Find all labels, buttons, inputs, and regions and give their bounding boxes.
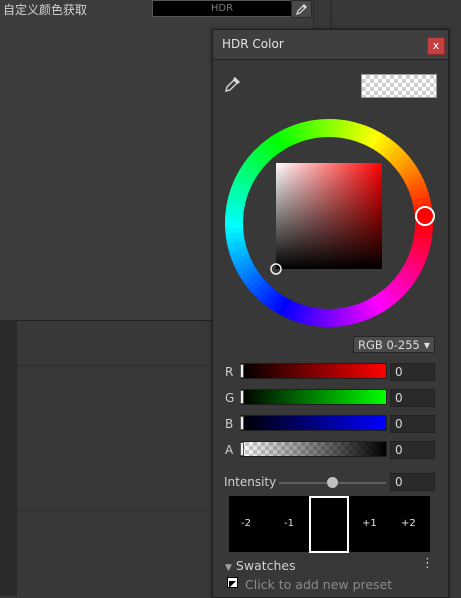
red-slider[interactable] xyxy=(240,363,387,379)
exposure-current[interactable] xyxy=(309,496,349,553)
channel-label-b: B xyxy=(225,417,234,431)
color-mode-dropdown[interactable]: RGB 0-255 ▼ xyxy=(353,336,435,353)
color-preview-swatch xyxy=(361,74,437,98)
exposure-plus-1[interactable]: +1 xyxy=(362,518,377,529)
intensity-value-field[interactable]: 0 xyxy=(390,473,435,491)
blue-value-field[interactable]: 0 xyxy=(390,415,435,433)
property-label: 自定义颜色获取 xyxy=(3,3,88,17)
hue-picker-handle[interactable] xyxy=(415,206,435,226)
intensity-slider-handle[interactable] xyxy=(327,477,338,488)
green-slider[interactable] xyxy=(240,389,387,405)
channel-label-r: R xyxy=(225,365,234,379)
swatches-foldout[interactable]: ▼ Swatches xyxy=(225,558,296,573)
exposure-plus-2[interactable]: +2 xyxy=(401,518,416,529)
exposure-swatches: -2 -1 +1 +2 xyxy=(229,496,430,553)
blue-slider[interactable] xyxy=(240,415,387,431)
channel-label-a: A xyxy=(225,443,234,457)
blue-slider-handle[interactable] xyxy=(240,416,244,430)
channel-label-g: G xyxy=(225,391,235,405)
divider xyxy=(330,0,332,30)
preset-swatch-icon[interactable] xyxy=(227,577,238,588)
alpha-slider[interactable] xyxy=(240,441,387,457)
eyedropper-button[interactable] xyxy=(291,0,312,18)
add-preset-hint[interactable]: Click to add new preset xyxy=(245,577,392,592)
red-value-field[interactable]: 0 xyxy=(390,363,435,381)
color-mode-value: RGB 0-255 xyxy=(358,338,420,352)
alpha-slider-handle[interactable] xyxy=(240,442,244,456)
divider xyxy=(17,510,213,511)
saturation-value-square[interactable] xyxy=(276,163,382,269)
color-wheel[interactable] xyxy=(221,118,437,328)
hdr-color-window: HDR Color x RGB 0-255 ▼ R 0 G 0 B 0 A 0 … xyxy=(212,29,449,598)
green-slider-handle[interactable] xyxy=(240,390,244,404)
swatches-label: Swatches xyxy=(235,558,296,573)
preset-icon-shape xyxy=(229,581,236,588)
hdr-color-field[interactable]: HDR xyxy=(152,0,292,17)
close-button[interactable]: x xyxy=(427,37,445,55)
swatches-menu-icon[interactable]: ⋮ xyxy=(421,556,434,571)
green-value-field[interactable]: 0 xyxy=(390,389,435,407)
dropdown-arrow-icon: ▼ xyxy=(423,341,430,350)
exposure-minus-2[interactable]: -2 xyxy=(241,518,251,529)
intensity-label: Intensity xyxy=(224,475,277,489)
alpha-value-field[interactable]: 0 xyxy=(390,441,435,459)
eyedropper-icon xyxy=(295,4,307,15)
divider xyxy=(17,365,213,366)
window-title: HDR Color xyxy=(222,37,284,51)
title-bar[interactable]: HDR Color x xyxy=(213,30,448,60)
foldout-arrow-icon: ▼ xyxy=(225,563,232,573)
eyedropper-icon xyxy=(225,77,240,92)
exposure-minus-1[interactable]: -1 xyxy=(284,518,294,529)
red-slider-handle[interactable] xyxy=(240,364,244,378)
left-strip xyxy=(0,320,17,596)
eyedropper-button[interactable] xyxy=(223,74,243,94)
